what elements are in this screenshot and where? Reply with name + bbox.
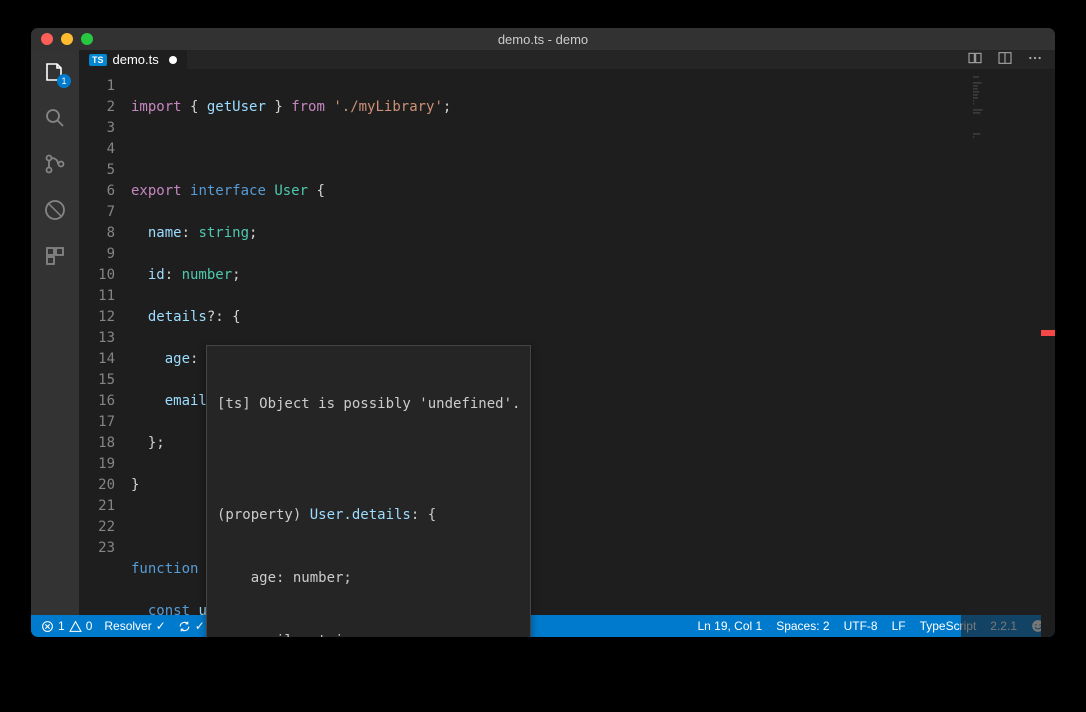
hover-error-message: [ts] Object is possibly 'undefined'. xyxy=(217,394,520,415)
tab-demo-ts[interactable]: TS demo.ts xyxy=(79,50,188,69)
editor-actions xyxy=(967,50,1055,69)
hover-tooltip: [ts] Object is possibly 'undefined'. (pr… xyxy=(206,345,531,637)
minimap[interactable]: ▄▄▄▄▄▄▄▄▄▄▄▄▄▄▄▄▄▄▄▄▄▄▄▄▄▄▄▄▄▄▄▄▄▄▄▄▄▄▄▄… xyxy=(961,70,1041,637)
editor-window: demo.ts - demo 1 TS xyxy=(31,28,1055,637)
explorer-badge: 1 xyxy=(57,74,71,88)
close-window-button[interactable] xyxy=(41,33,53,45)
window-controls xyxy=(31,33,93,45)
explorer-icon[interactable]: 1 xyxy=(41,58,69,86)
extensions-icon[interactable] xyxy=(41,242,69,270)
unsaved-indicator-icon xyxy=(169,56,177,64)
debug-icon[interactable] xyxy=(41,196,69,224)
code-content[interactable]: import { getUser } from './myLibrary'; e… xyxy=(131,70,961,637)
line-number-gutter: 1234567891011121314151617181920212223 xyxy=(79,70,131,637)
search-icon[interactable] xyxy=(41,104,69,132)
error-marker-icon[interactable] xyxy=(1041,330,1055,336)
more-actions-icon[interactable] xyxy=(1027,50,1043,69)
titlebar[interactable]: demo.ts - demo xyxy=(31,28,1055,50)
compare-icon[interactable] xyxy=(967,50,983,69)
error-icon xyxy=(41,620,54,633)
typescript-file-icon: TS xyxy=(89,54,107,66)
tab-filename: demo.ts xyxy=(113,52,159,67)
editor-body: 1 TS demo.ts xyxy=(31,50,1055,615)
source-control-icon[interactable] xyxy=(41,150,69,178)
split-editor-icon[interactable] xyxy=(997,50,1013,69)
code-editor[interactable]: 1234567891011121314151617181920212223 im… xyxy=(79,70,1055,637)
zoom-window-button[interactable] xyxy=(81,33,93,45)
minimize-window-button[interactable] xyxy=(61,33,73,45)
window-title: demo.ts - demo xyxy=(31,32,1055,47)
activity-bar: 1 xyxy=(31,50,79,615)
main-editor-area: TS demo.ts 12345678910111213141516171819… xyxy=(79,50,1055,615)
vertical-scrollbar[interactable] xyxy=(1041,70,1055,637)
tab-bar: TS demo.ts xyxy=(79,50,1055,70)
